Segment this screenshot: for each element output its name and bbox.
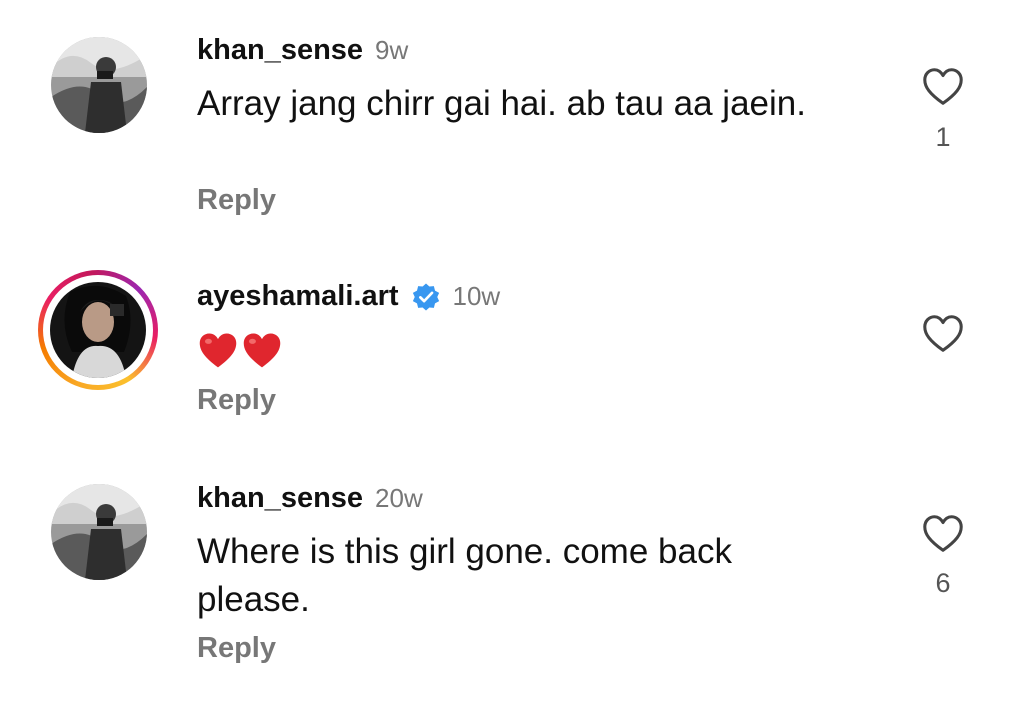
avatar [50, 282, 146, 378]
timestamp: 9w [375, 35, 409, 65]
heart-icon[interactable] [920, 64, 966, 110]
avatar[interactable] [51, 37, 147, 133]
timestamp: 10w [452, 281, 501, 311]
comment-header: ayeshamali.art 10w [197, 280, 500, 313]
heart-icon[interactable] [920, 311, 966, 357]
reply-button[interactable]: Reply [197, 384, 276, 417]
comment-header: khan_sense 20w [197, 482, 423, 515]
red-heart-emoji [199, 333, 237, 368]
comment-emojis [197, 330, 283, 370]
username[interactable]: khan_sense [197, 34, 363, 67]
comment-text: Array jang chirr gai hai. ab tau aa jaei… [197, 84, 806, 123]
comment-text: Where is this girl gone. come back pleas… [197, 532, 732, 619]
comment-header: khan_sense 9w [197, 34, 408, 67]
username[interactable]: ayeshamali.art [197, 280, 399, 313]
timestamp: 20w [375, 483, 423, 513]
like-count: 1 [935, 122, 951, 152]
reply-button[interactable]: Reply [197, 632, 276, 665]
reply-button[interactable]: Reply [197, 184, 276, 217]
story-ring[interactable] [38, 270, 158, 390]
username[interactable]: khan_sense [197, 482, 363, 515]
red-heart-emoji [243, 333, 281, 368]
heart-icon[interactable] [920, 511, 966, 557]
avatar[interactable] [51, 484, 147, 580]
verified-badge-icon [412, 283, 439, 310]
like-count: 6 [935, 568, 951, 598]
